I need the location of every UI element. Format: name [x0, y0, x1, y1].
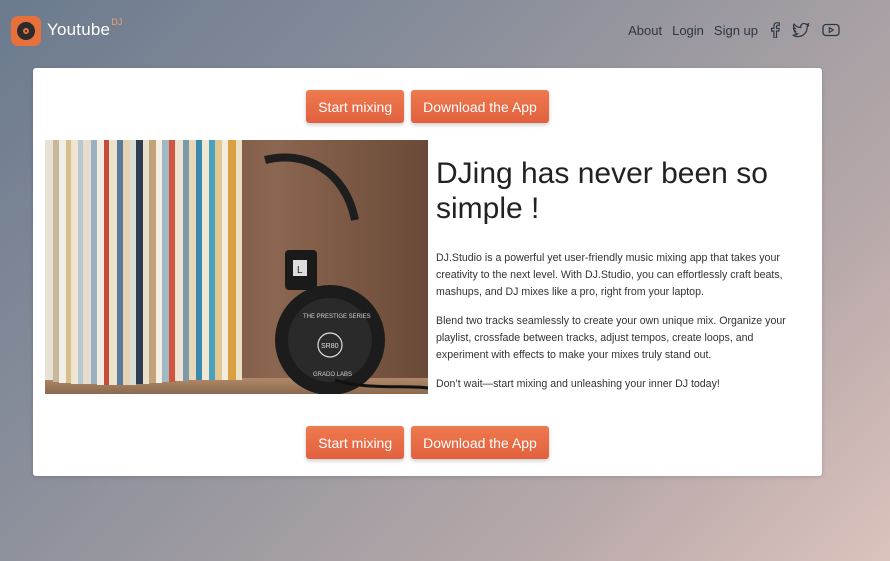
hero-paragraph-3: Don’t wait—start mixing and unleashing y…	[436, 378, 720, 390]
facebook-icon[interactable]	[770, 22, 780, 38]
brand-superscript: DJ	[111, 17, 123, 27]
hero-image: L SR80 THE PRESTIGE SERIES GRADO LABS	[45, 140, 428, 394]
nav-signup[interactable]: Sign up	[714, 23, 758, 38]
record-spines	[45, 140, 242, 385]
cta-buttons-top: Start mixing Download the App	[33, 90, 822, 123]
cta-buttons-bottom: Start mixing Download the App	[33, 426, 822, 459]
youtube-icon[interactable]	[822, 23, 840, 37]
download-app-button[interactable]: Download the App	[411, 90, 549, 123]
hero-headline: DJing has never been so simple !	[436, 157, 768, 225]
hero-card: Start mixing Download the App L SR80 THE…	[33, 68, 822, 476]
nav-links: About Login Sign up	[618, 22, 840, 38]
headphone-series-text: THE PRESTIGE SERIES	[303, 314, 371, 320]
hero-content: DJing has never been so simple ! DJ.Stud…	[436, 156, 791, 393]
brand-name[interactable]: YoutubeDJ	[47, 17, 123, 40]
nav-login[interactable]: Login	[672, 23, 704, 38]
download-app-button-bottom[interactable]: Download the App	[411, 426, 549, 459]
start-mixing-button[interactable]: Start mixing	[306, 90, 405, 123]
headphone-sr80-text: SR80	[321, 343, 339, 350]
headphone-brand-text: GRADO LABS	[313, 372, 352, 378]
vinyl-headphones-illustration: L SR80 THE PRESTIGE SERIES GRADO LABS	[45, 140, 428, 394]
top-navbar: YoutubeDJ About Login Sign up	[0, 0, 890, 62]
nav-about[interactable]: About	[628, 23, 662, 38]
brand-text: Youtube	[47, 20, 111, 39]
logo-icon[interactable]	[11, 16, 41, 46]
hero-paragraph-1: DJ.Studio is a powerful yet user-friendl…	[436, 252, 783, 298]
start-mixing-button-bottom[interactable]: Start mixing	[306, 426, 405, 459]
twitter-icon[interactable]	[792, 22, 810, 38]
hero-paragraph-2: Blend two tracks seamlessly to create yo…	[436, 315, 786, 361]
headphone-l-text: L	[297, 265, 303, 276]
